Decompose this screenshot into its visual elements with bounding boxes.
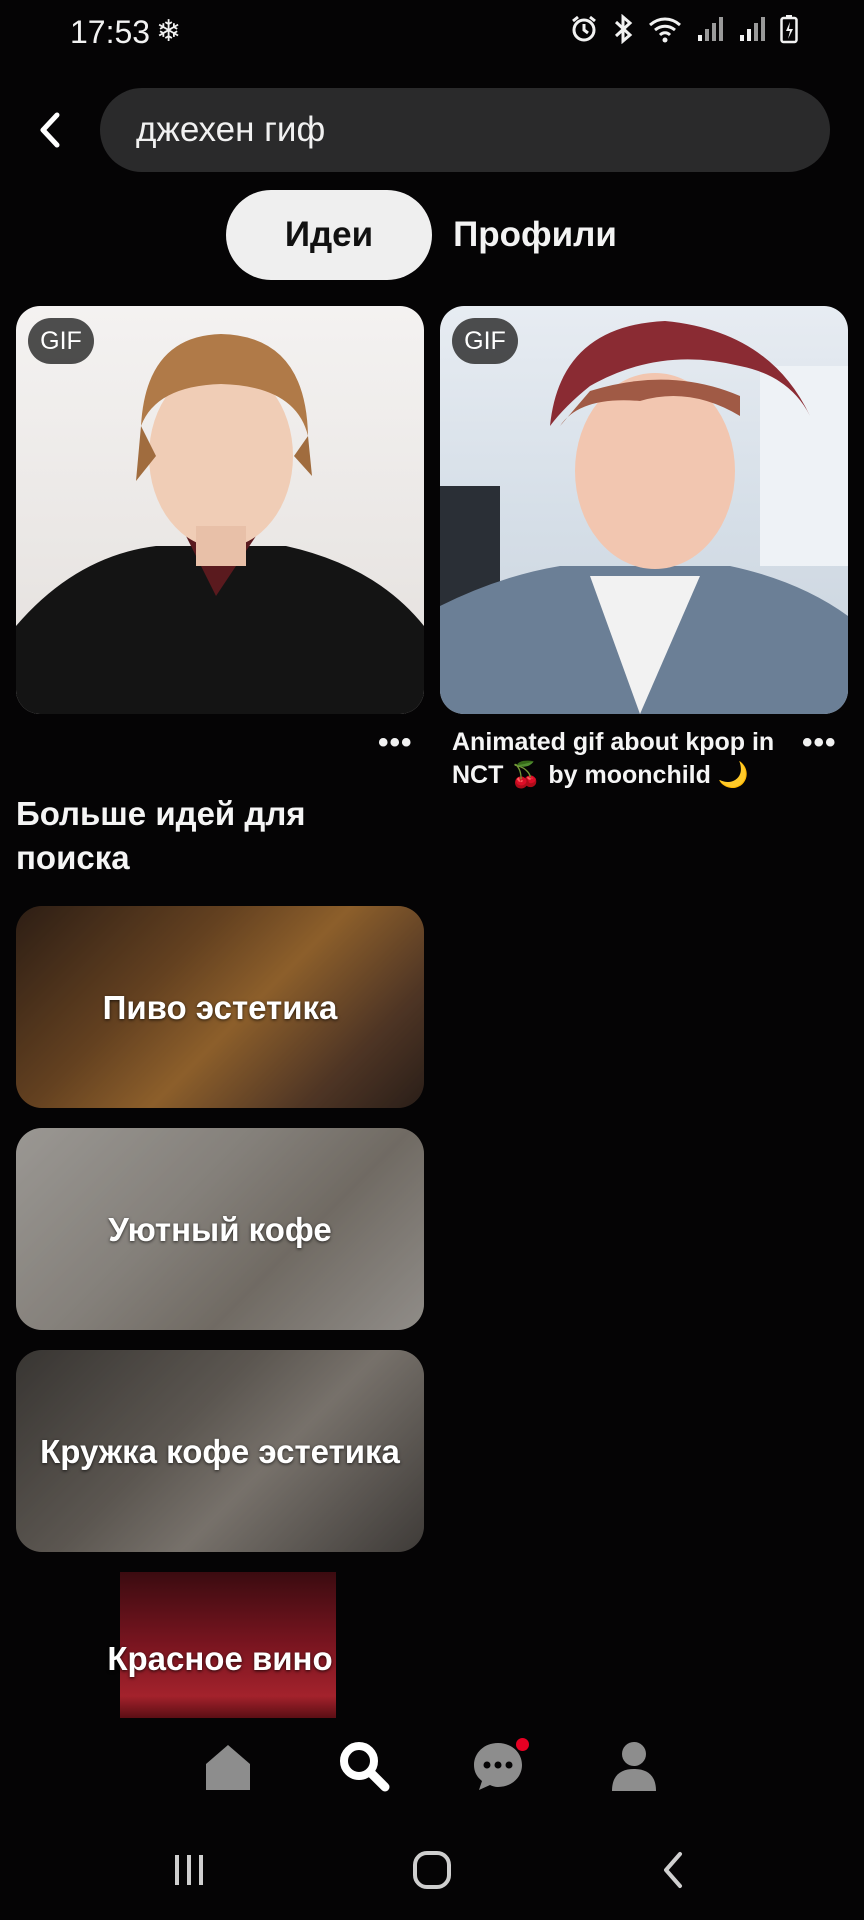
alarm-icon	[572, 15, 596, 42]
gif-badge: GIF	[28, 318, 94, 364]
pin-more-button[interactable]: •••	[802, 726, 837, 760]
idea-label[interactable]: Красное вино	[16, 1640, 424, 1678]
idea-label: Уютный кофе	[108, 1210, 332, 1248]
search-query-text: джехен гиф	[136, 110, 326, 149]
fan-icon: ❄	[156, 15, 182, 48]
home-circle-icon	[413, 1851, 451, 1889]
nav-home[interactable]	[188, 1726, 268, 1806]
search-icon	[340, 1742, 390, 1792]
nav-messages[interactable]	[458, 1726, 538, 1806]
idea-card[interactable]: Пиво эстетика	[16, 906, 424, 1108]
bluetooth-icon	[614, 14, 633, 44]
search-input[interactable]: джехен гиф	[100, 88, 830, 172]
pin-card[interactable]: GIF	[16, 306, 424, 714]
idea-card[interactable]: Уютный кофе	[16, 1128, 424, 1330]
status-time: 17:53	[70, 14, 151, 50]
signal-icon	[740, 17, 765, 41]
system-back[interactable]	[628, 1830, 718, 1910]
notification-dot	[516, 1738, 529, 1751]
back-button[interactable]	[28, 100, 72, 160]
more-ideas-title: Больше идей для поиска	[16, 795, 306, 876]
nav-profile[interactable]	[594, 1726, 674, 1806]
tab-profiles[interactable]: Профили	[440, 190, 630, 280]
pin-image	[16, 334, 424, 714]
nav-search[interactable]	[324, 1726, 404, 1806]
system-recent-apps[interactable]	[144, 1830, 234, 1910]
back-arrow-icon	[40, 112, 60, 148]
back-chevron-icon	[664, 1852, 682, 1888]
idea-card[interactable]: Кружка кофе эстетика	[16, 1350, 424, 1552]
system-home[interactable]	[387, 1830, 477, 1910]
bottom-nav	[0, 1720, 864, 1818]
pin-card[interactable]: GIF	[440, 306, 848, 714]
battery-charging-icon	[780, 15, 798, 44]
idea-label: Пиво эстетика	[102, 988, 338, 1026]
idea-label: Кружка кофе эстетика	[40, 1432, 400, 1470]
recent-apps-icon	[175, 1855, 203, 1885]
wifi-icon	[649, 17, 681, 43]
pin-caption[interactable]: Animated gif about kpop in NCT 🍒 by moon…	[452, 726, 792, 792]
tab-ideas[interactable]: Идеи	[226, 190, 432, 280]
profile-icon	[612, 1742, 656, 1791]
home-icon	[206, 1745, 250, 1790]
pin-more-button[interactable]: •••	[378, 726, 413, 760]
status-icons	[570, 14, 798, 44]
pin-image	[440, 321, 848, 714]
signal-icon	[698, 17, 723, 41]
gif-badge: GIF	[452, 318, 518, 364]
